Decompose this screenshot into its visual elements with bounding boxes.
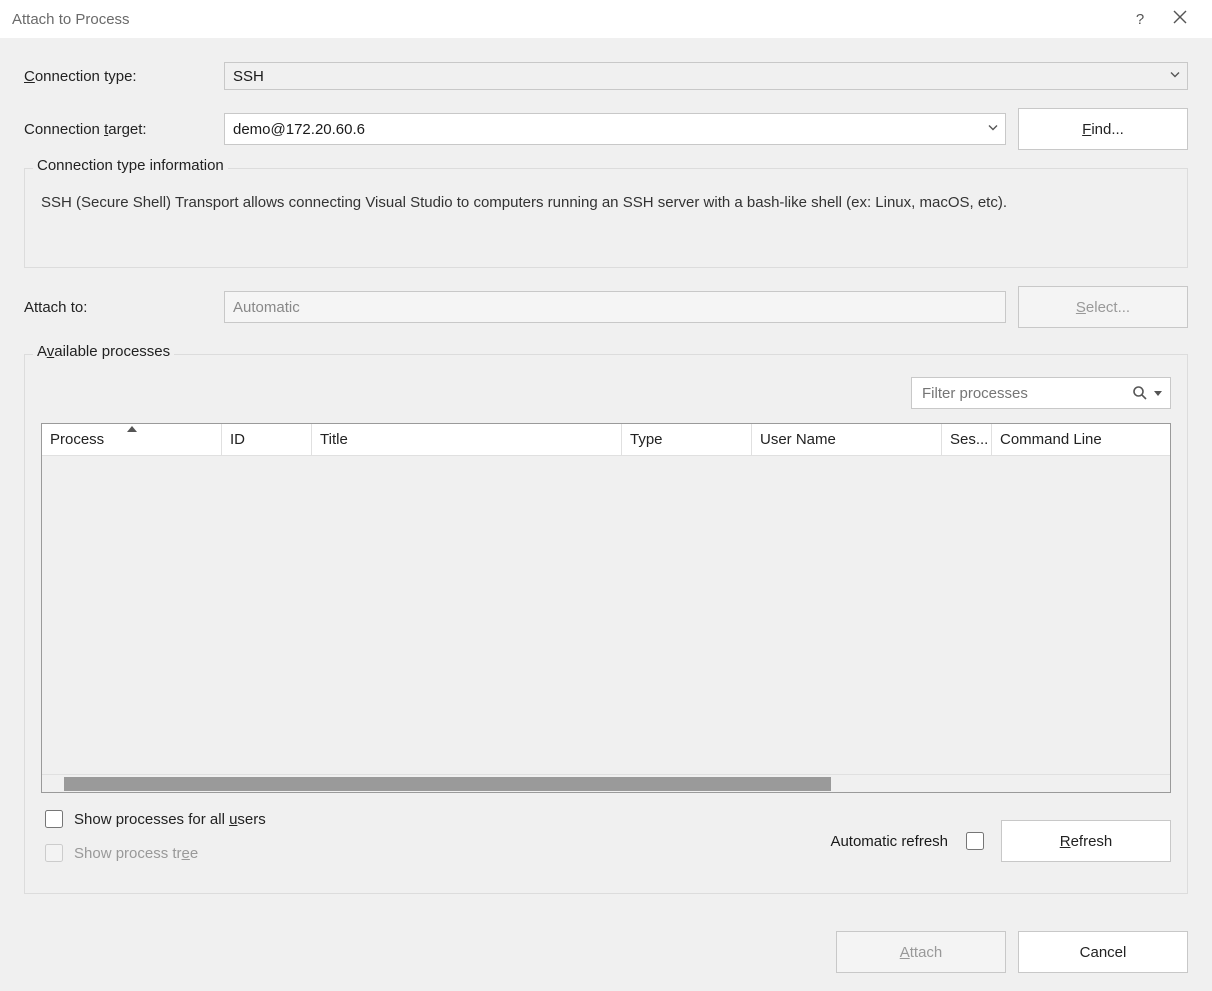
chevron-down-icon (987, 121, 999, 138)
below-table: Show processes for all users Show proces… (41, 807, 1171, 875)
column-id[interactable]: ID (222, 424, 312, 455)
select-button-label: Select... (1076, 299, 1130, 316)
help-icon: ? (1136, 11, 1144, 28)
left-options: Show processes for all users Show proces… (41, 807, 266, 875)
attach-to-label: Attach to: (24, 299, 224, 316)
column-title[interactable]: Title (312, 424, 622, 455)
show-process-tree-checkbox: Show process tree (41, 841, 266, 865)
column-session[interactable]: Ses... (942, 424, 992, 455)
refresh-button-label: Refresh (1060, 833, 1113, 850)
table-body-empty (42, 456, 1170, 774)
connection-target-combo[interactable]: demo@172.20.60.6 (224, 113, 1006, 145)
horizontal-scrollbar[interactable] (42, 774, 1170, 792)
connection-target-value: demo@172.20.60.6 (233, 121, 365, 138)
dropdown-caret-icon[interactable] (1154, 389, 1162, 397)
cancel-button-label: Cancel (1080, 944, 1127, 961)
table-header: Process ID Title Type User Name Ses... C… (42, 424, 1170, 456)
help-button[interactable]: ? (1120, 0, 1160, 38)
window-title: Attach to Process (12, 11, 1120, 28)
auto-refresh-label: Automatic refresh (830, 833, 948, 850)
show-all-users-checkbox[interactable]: Show processes for all users (41, 807, 266, 831)
scrollbar-thumb[interactable] (64, 777, 831, 791)
show-all-users-label: Show processes for all users (74, 811, 266, 828)
close-icon (1173, 10, 1187, 28)
attach-button-label: Attach (900, 944, 943, 961)
select-button: Select... (1018, 286, 1188, 328)
refresh-button[interactable]: Refresh (1001, 820, 1171, 862)
cancel-button[interactable]: Cancel (1018, 931, 1188, 973)
dialog-body: Connection type: SSH Connection target: … (0, 38, 1212, 991)
show-process-tree-input (45, 844, 63, 862)
column-command-line[interactable]: Command Line (992, 424, 1170, 455)
connection-info-legend: Connection type information (33, 157, 228, 174)
right-options: Automatic refresh Refresh (830, 820, 1171, 862)
column-process[interactable]: Process (42, 424, 222, 455)
show-process-tree-label: Show process tree (74, 845, 198, 862)
chevron-down-icon (1169, 68, 1181, 85)
connection-target-row: Connection target: demo@172.20.60.6 Find… (24, 108, 1188, 150)
column-type[interactable]: Type (622, 424, 752, 455)
close-button[interactable] (1160, 0, 1200, 38)
processes-table: Process ID Title Type User Name Ses... C… (41, 423, 1171, 793)
available-processes-legend: Available processes (33, 343, 174, 360)
filter-processes-input[interactable] (920, 384, 1128, 403)
titlebar: Attach to Process ? (0, 0, 1212, 38)
connection-info-group: Connection type information SSH (Secure … (24, 168, 1188, 268)
show-all-users-input[interactable] (45, 810, 63, 828)
connection-type-label: Connection type: (24, 68, 224, 85)
connection-target-label: Connection target: (24, 121, 224, 138)
find-button-label: Find... (1082, 121, 1124, 138)
search-icon (1132, 385, 1148, 401)
available-processes-group: Available processes Process ID Title Typ… (24, 354, 1188, 894)
connection-type-row: Connection type: SSH (24, 62, 1188, 90)
filter-wrap (41, 377, 1171, 409)
filter-processes-box[interactable] (911, 377, 1171, 409)
attach-to-field (224, 291, 1006, 323)
attach-to-row: Attach to: Select... (24, 286, 1188, 328)
auto-refresh-checkbox[interactable] (966, 832, 984, 850)
connection-type-combo[interactable]: SSH (224, 62, 1188, 90)
connection-type-value: SSH (233, 68, 264, 85)
column-user-name[interactable]: User Name (752, 424, 942, 455)
dialog-footer: Attach Cancel (836, 931, 1188, 973)
find-button[interactable]: Find... (1018, 108, 1188, 150)
connection-info-text: SSH (Secure Shell) Transport allows conn… (41, 191, 1171, 215)
attach-button: Attach (836, 931, 1006, 973)
